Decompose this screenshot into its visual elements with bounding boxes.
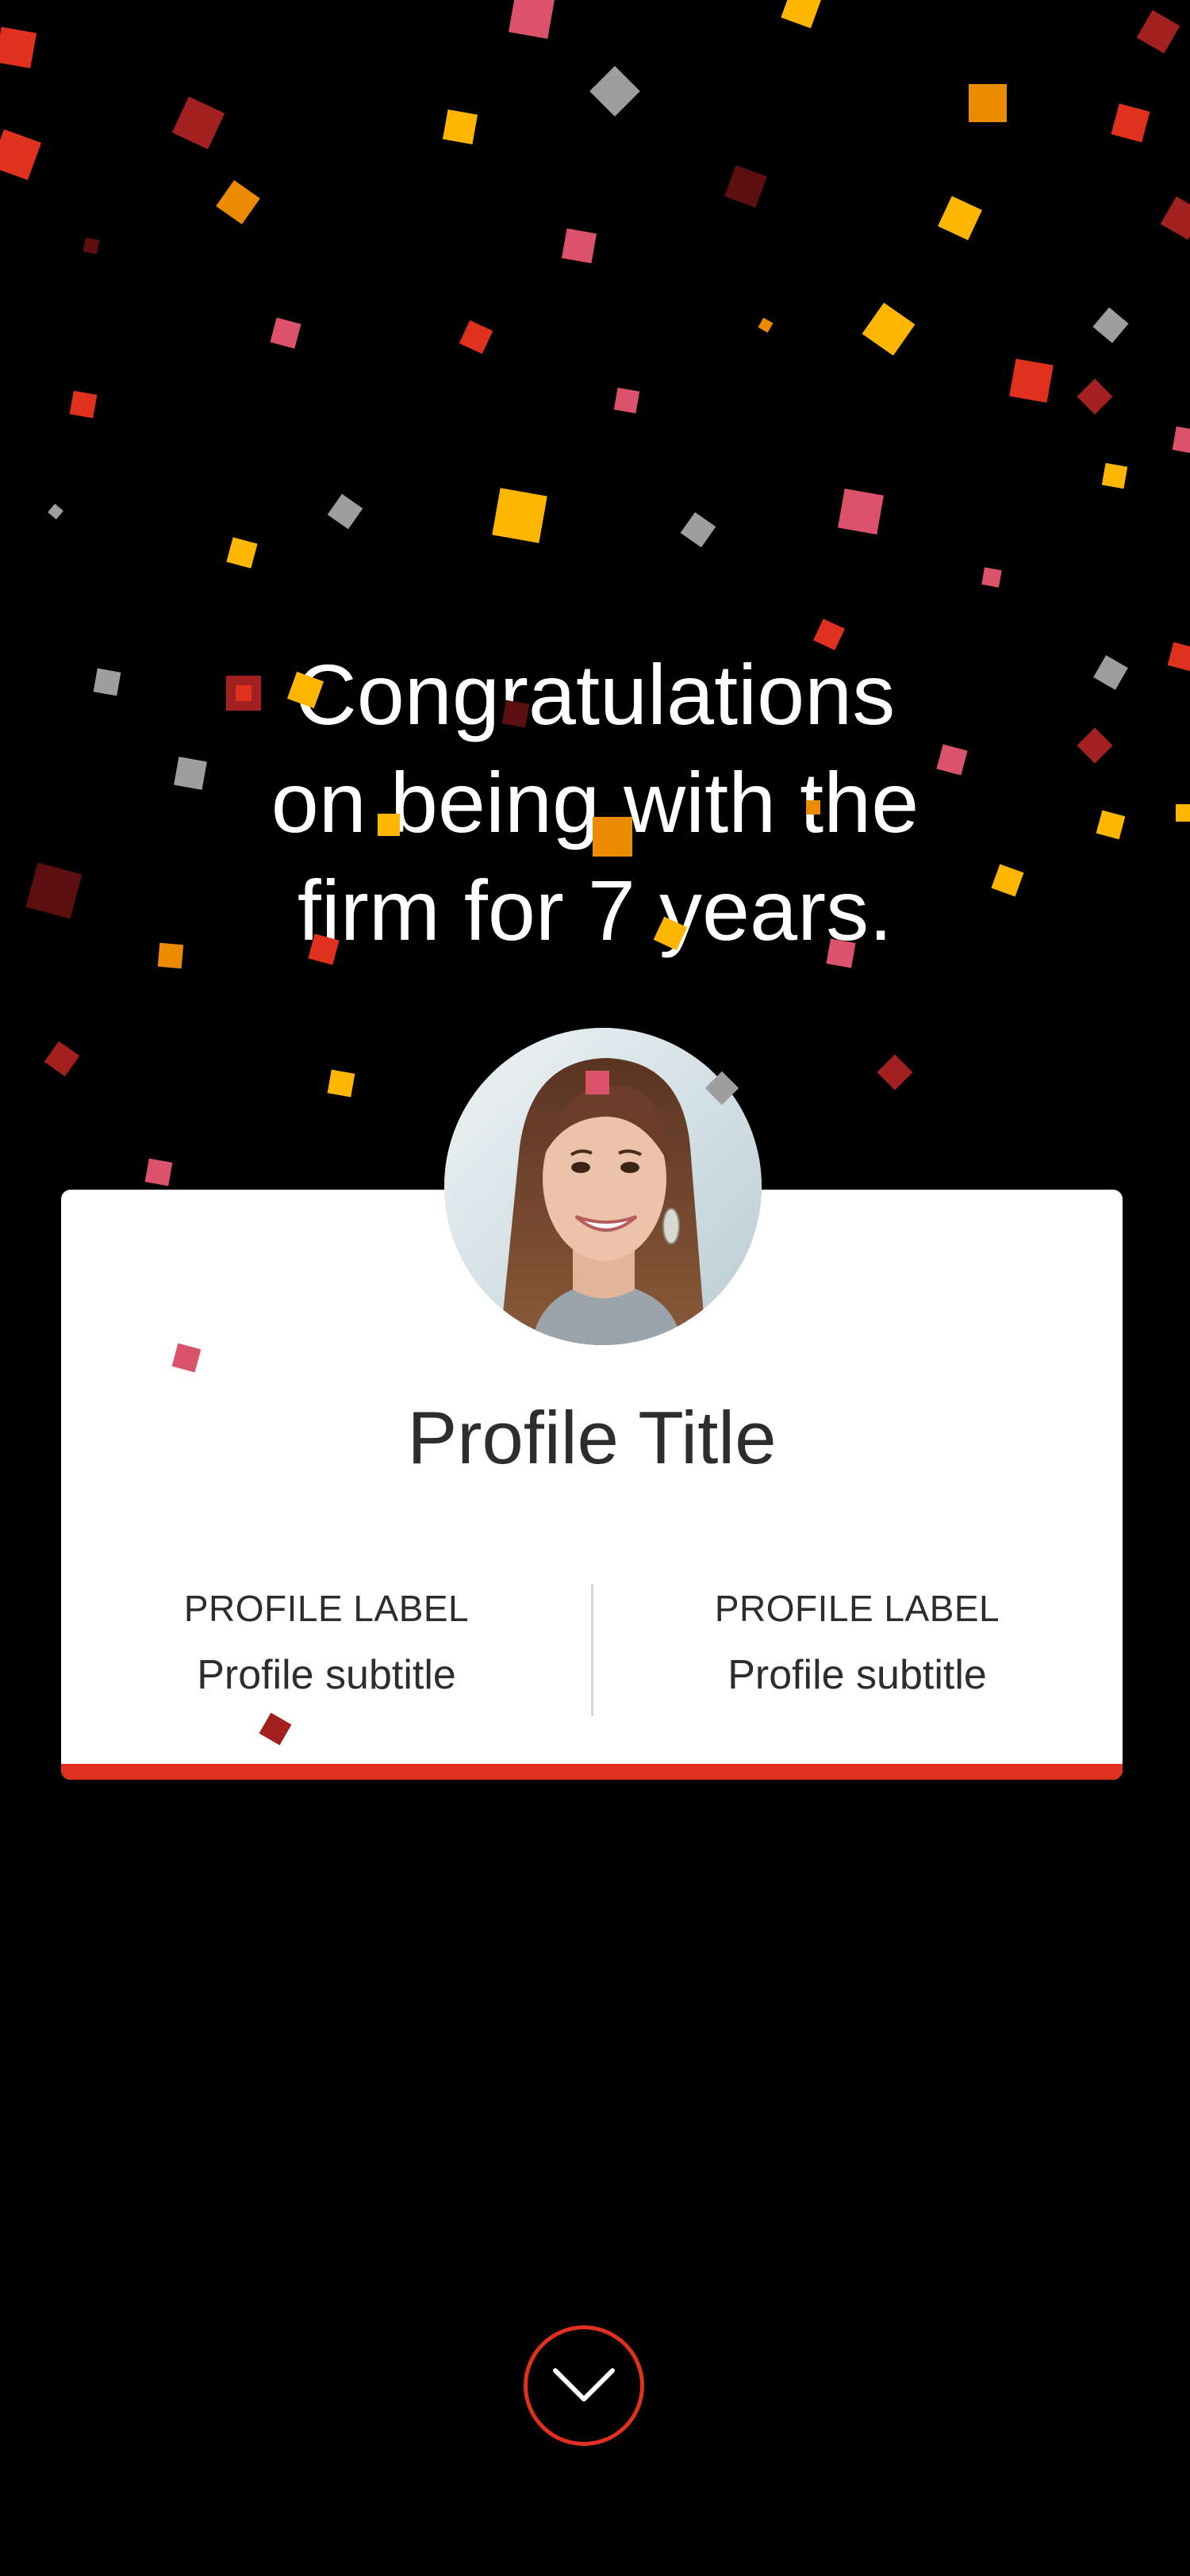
confetti-piece — [1101, 462, 1128, 489]
confetti-piece — [492, 488, 547, 543]
chevron-down-icon — [553, 2368, 615, 2402]
profile-subtitle: Profile subtitle — [727, 1652, 987, 1698]
confetti-piece — [0, 26, 37, 69]
confetti-piece — [1176, 804, 1190, 822]
confetti-piece — [459, 320, 493, 355]
confetti-piece — [1077, 727, 1113, 764]
confetti-piece — [83, 237, 100, 255]
card-accent-bar — [61, 1764, 1123, 1780]
heading-line-3: firm for 7 years. — [297, 862, 893, 958]
heading-line-1: Congratulations — [294, 646, 896, 742]
confetti-piece — [226, 537, 258, 569]
avatar-portrait-image — [444, 1028, 762, 1345]
confetti-piece — [25, 862, 83, 919]
confetti-piece — [724, 165, 767, 208]
confetti-piece — [171, 96, 225, 150]
confetti-piece — [680, 512, 716, 548]
confetti-piece — [862, 302, 916, 356]
confetti-piece — [270, 317, 301, 349]
congratulations-heading: Congratulations on being with the firm f… — [119, 641, 1071, 964]
confetti-piece — [1160, 196, 1190, 240]
scroll-down-button[interactable] — [524, 2325, 644, 2446]
confetti-piece — [93, 668, 121, 696]
confetti-piece — [1172, 426, 1190, 454]
confetti-piece — [44, 1041, 80, 1077]
confetti-piece — [1111, 103, 1150, 143]
confetti-piece — [781, 0, 822, 29]
confetti-piece — [561, 228, 597, 264]
confetti-piece — [0, 128, 42, 181]
confetti-piece — [1093, 655, 1128, 690]
confetti-piece — [1167, 642, 1190, 672]
celebration-screen: Congratulations on being with the firm f… — [0, 0, 1190, 2576]
confetti-piece — [327, 493, 363, 530]
confetti-piece — [758, 317, 774, 333]
confetti-piece — [216, 180, 260, 224]
confetti-piece — [509, 0, 555, 39]
profile-label: PROFILE LABEL — [714, 1588, 1000, 1629]
confetti-piece — [589, 66, 640, 117]
confetti-piece — [327, 1069, 355, 1098]
confetti-piece — [981, 567, 1002, 588]
confetti-piece — [938, 196, 982, 240]
confetti-piece — [613, 387, 640, 414]
confetti-piece — [1136, 10, 1180, 54]
profile-title: Profile Title — [407, 1396, 777, 1479]
confetti-piece — [144, 1158, 173, 1186]
confetti-piece — [442, 109, 478, 145]
avatar — [444, 1028, 762, 1345]
confetti-piece — [48, 504, 63, 519]
heading-line-2: on being with the — [271, 754, 919, 850]
profile-column-right: PROFILE LABEL Profile subtitle — [592, 1586, 1123, 1699]
profile-column-left: PROFILE LABEL Profile subtitle — [61, 1586, 592, 1699]
profile-label: PROFILE LABEL — [183, 1588, 470, 1629]
confetti-piece — [1096, 810, 1126, 840]
profile-subtitle: Profile subtitle — [197, 1652, 456, 1698]
confetti-piece — [969, 84, 1007, 122]
confetti-piece — [1077, 378, 1113, 415]
confetti-piece — [69, 390, 98, 419]
confetti-piece — [1092, 307, 1129, 343]
confetti-piece — [838, 489, 884, 535]
confetti-piece — [877, 1054, 913, 1091]
confetti-piece — [1009, 358, 1054, 403]
